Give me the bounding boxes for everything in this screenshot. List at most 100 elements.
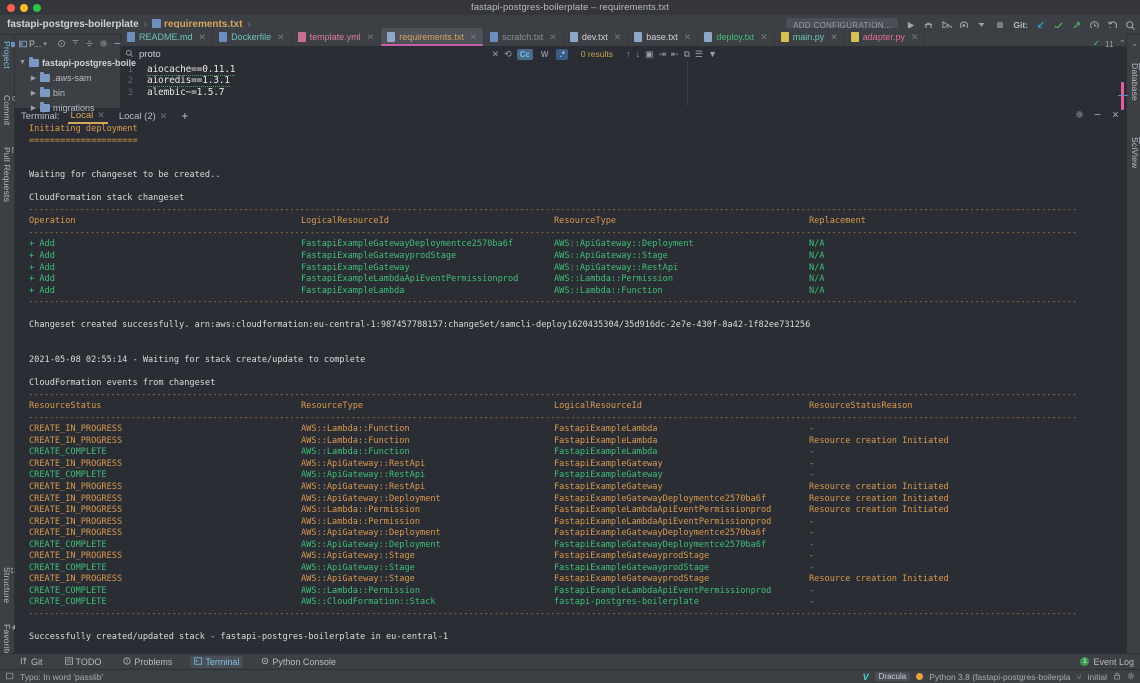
collapse-icon[interactable]: [71, 39, 80, 50]
open-in-find-icon[interactable]: ☰: [695, 49, 703, 60]
editor-tab-adapter-py[interactable]: adapter.py ✕: [845, 28, 926, 46]
folder-icon: [40, 89, 50, 97]
close-icon[interactable]: ✕: [199, 32, 207, 43]
sidebar-item-sciview[interactable]: SciView: [1127, 133, 1140, 172]
chevron-right-icon[interactable]: ▶: [30, 74, 37, 82]
regex-toggle[interactable]: .*: [556, 49, 567, 60]
terminal-tab-local-2[interactable]: Local (2) ✕: [116, 110, 171, 123]
event-log-label[interactable]: Event Log: [1093, 657, 1134, 667]
editor-scrollbar-marker[interactable]: [1121, 82, 1124, 110]
editor-tab-requirements-txt[interactable]: requirements.txt ✕: [381, 28, 484, 46]
hide-icon[interactable]: [113, 39, 122, 50]
chevron-down-icon[interactable]: ▼: [19, 59, 26, 66]
vim-emulator-icon[interactable]: V: [863, 672, 869, 682]
yaml-file-icon: [298, 32, 306, 42]
close-icon[interactable]: ✕: [160, 111, 168, 122]
bottom-item-todo[interactable]: TODO: [61, 656, 106, 668]
clear-icon[interactable]: ✕: [492, 49, 500, 60]
settings-gear-icon[interactable]: [99, 39, 108, 50]
history-icon[interactable]: ⟲: [504, 49, 512, 60]
terminal-cell: AWS::ApiGateway::Stage: [301, 574, 415, 586]
terminal-output[interactable]: Initiating deployment===================…: [15, 124, 1126, 653]
close-icon[interactable]: ✕: [614, 32, 622, 43]
terminal-cell: -: [809, 528, 814, 540]
new-terminal-tab-button[interactable]: +: [178, 108, 191, 124]
settings-gear-icon[interactable]: [1075, 110, 1084, 122]
close-icon[interactable]: ✕: [830, 32, 838, 43]
event-log-count: 1: [1080, 657, 1089, 666]
editor-tab-main-py[interactable]: main.py ✕: [775, 28, 845, 46]
locate-icon[interactable]: [57, 39, 66, 50]
python-interpreter[interactable]: Python 3.8 (fastapi-postgres-boilerpla: [929, 672, 1070, 682]
bottom-item-problems[interactable]: Problems: [119, 656, 176, 668]
terminal-table-row: CREATE_COMPLETEAWS::ApiGateway::StageFas…: [29, 563, 1126, 575]
close-icon[interactable]: ✕: [277, 32, 285, 43]
add-line-before-icon[interactable]: ⇥: [658, 49, 666, 60]
search-input[interactable]: proto: [139, 49, 161, 60]
terminal-cell: AWS::Lambda::Function: [554, 286, 663, 298]
match-case-toggle[interactable]: Cc: [517, 49, 533, 60]
next-match-icon[interactable]: ↓: [635, 49, 640, 59]
editor-tab-scratch-txt[interactable]: scratch.txt ✕: [484, 28, 564, 46]
editor-tab-readme[interactable]: README.md ✕: [121, 28, 213, 46]
whole-words-toggle[interactable]: W: [538, 49, 552, 60]
add-line-after-icon[interactable]: ⇤: [671, 49, 679, 60]
copy-matches-icon[interactable]: ⧉: [684, 49, 690, 60]
lock-icon[interactable]: [1113, 672, 1121, 682]
sidebar-item-database[interactable]: Database: [1127, 59, 1140, 105]
editor-tab-deploy-txt[interactable]: deploy.txt ✕: [698, 28, 774, 46]
terminal-cell: AWS::Lambda::Permission: [301, 586, 420, 598]
editor-tab-template-yml[interactable]: template.yml ✕: [292, 28, 382, 46]
chevron-right-icon[interactable]: ▶: [30, 104, 37, 112]
editor-caret-marker: [1118, 95, 1128, 96]
notification-icon[interactable]: [6, 672, 14, 682]
terminal-table-row: CREATE_IN_PROGRESSAWS::ApiGateway::Stage…: [29, 551, 1126, 563]
vcs-branch-label[interactable]: initial: [1088, 672, 1107, 682]
terminal-table-row: CREATE_COMPLETEAWS::ApiGateway::Deployme…: [29, 540, 1126, 552]
expand-collapse-all-icon[interactable]: [85, 39, 94, 50]
terminal-cell: AWS::ApiGateway::Deployment: [301, 528, 441, 540]
chevron-right-icon[interactable]: ▶: [30, 89, 37, 97]
tree-node-aws-sam[interactable]: ▶ .aws-sam: [19, 70, 120, 85]
close-icon[interactable]: ✕: [684, 32, 692, 43]
search-everywhere-icon[interactable]: [1125, 20, 1136, 31]
close-icon[interactable]: ✕: [367, 32, 375, 43]
tree-node-migrations[interactable]: ▶ migrations: [19, 100, 120, 115]
close-icon[interactable]: ✕: [549, 32, 557, 43]
minimize-icon[interactable]: [1093, 110, 1102, 122]
close-icon[interactable]: ✕: [470, 32, 478, 43]
bottom-item-terminal[interactable]: Terminal: [190, 656, 243, 668]
terminal-table-row: CREATE_IN_PROGRESSAWS::Lambda::FunctionF…: [29, 436, 1126, 448]
code-content[interactable]: 1 aiocache==0.11.1 2 aioredis==1.3.1 3 a…: [121, 62, 1126, 99]
editor-tab-dev-txt[interactable]: dev.txt ✕: [564, 28, 628, 46]
terminal-line: [29, 147, 1126, 159]
close-icon[interactable]: [1111, 110, 1120, 122]
terminal-cell: + Add: [29, 274, 55, 286]
theme-indicator[interactable]: Dracula: [875, 672, 911, 681]
bottom-item-python-console[interactable]: Python Console: [257, 656, 340, 668]
tree-node-bin[interactable]: ▶ bin: [19, 85, 120, 100]
terminal-table-row: CREATE_IN_PROGRESSAWS::ApiGateway::RestA…: [29, 482, 1126, 494]
editor-tab-dockerfile[interactable]: Dockerfile ✕: [213, 28, 292, 46]
terminal-line: Initiating deployment: [29, 124, 1126, 136]
tree-node-root[interactable]: ▼ fastapi-postgres-boile: [19, 55, 120, 70]
prev-match-icon[interactable]: ↑: [626, 49, 631, 59]
close-icon[interactable]: ✕: [911, 32, 919, 43]
editor-inspection-widget: ✓ 11 ⌃ ⌄: [1093, 38, 1138, 49]
select-all-icon[interactable]: ▣: [645, 49, 654, 60]
terminal-cell: CREATE_IN_PROGRESS: [29, 482, 122, 494]
filter-icon[interactable]: ▼: [708, 49, 717, 59]
prev-problem-icon[interactable]: ⌃: [1119, 38, 1126, 49]
terminal-cell: FastapiExampleGatewayDeploymentce2570ba6…: [554, 494, 766, 506]
project-tree[interactable]: ▼ fastapi-postgres-boile ▶ .aws-sam ▶ bi…: [15, 53, 120, 115]
bottom-item-git[interactable]: Git: [16, 656, 47, 668]
close-icon[interactable]: ✕: [760, 32, 768, 43]
terminal-cell: FastapiExampleLambdaApiEventPermissionpr…: [301, 274, 518, 286]
event-log-area[interactable]: 1 Event Log: [1080, 657, 1134, 667]
next-problem-icon[interactable]: ⌄: [1131, 38, 1138, 49]
inspection-ok-icon: ✓: [1093, 38, 1100, 49]
settings-icon[interactable]: [1127, 672, 1135, 682]
editor-tab-base-txt[interactable]: base.txt ✕: [628, 28, 698, 46]
breadcrumb-project[interactable]: fastapi-postgres-boilerplate: [7, 19, 139, 30]
project-view-selector[interactable]: P... ▾: [19, 39, 47, 49]
